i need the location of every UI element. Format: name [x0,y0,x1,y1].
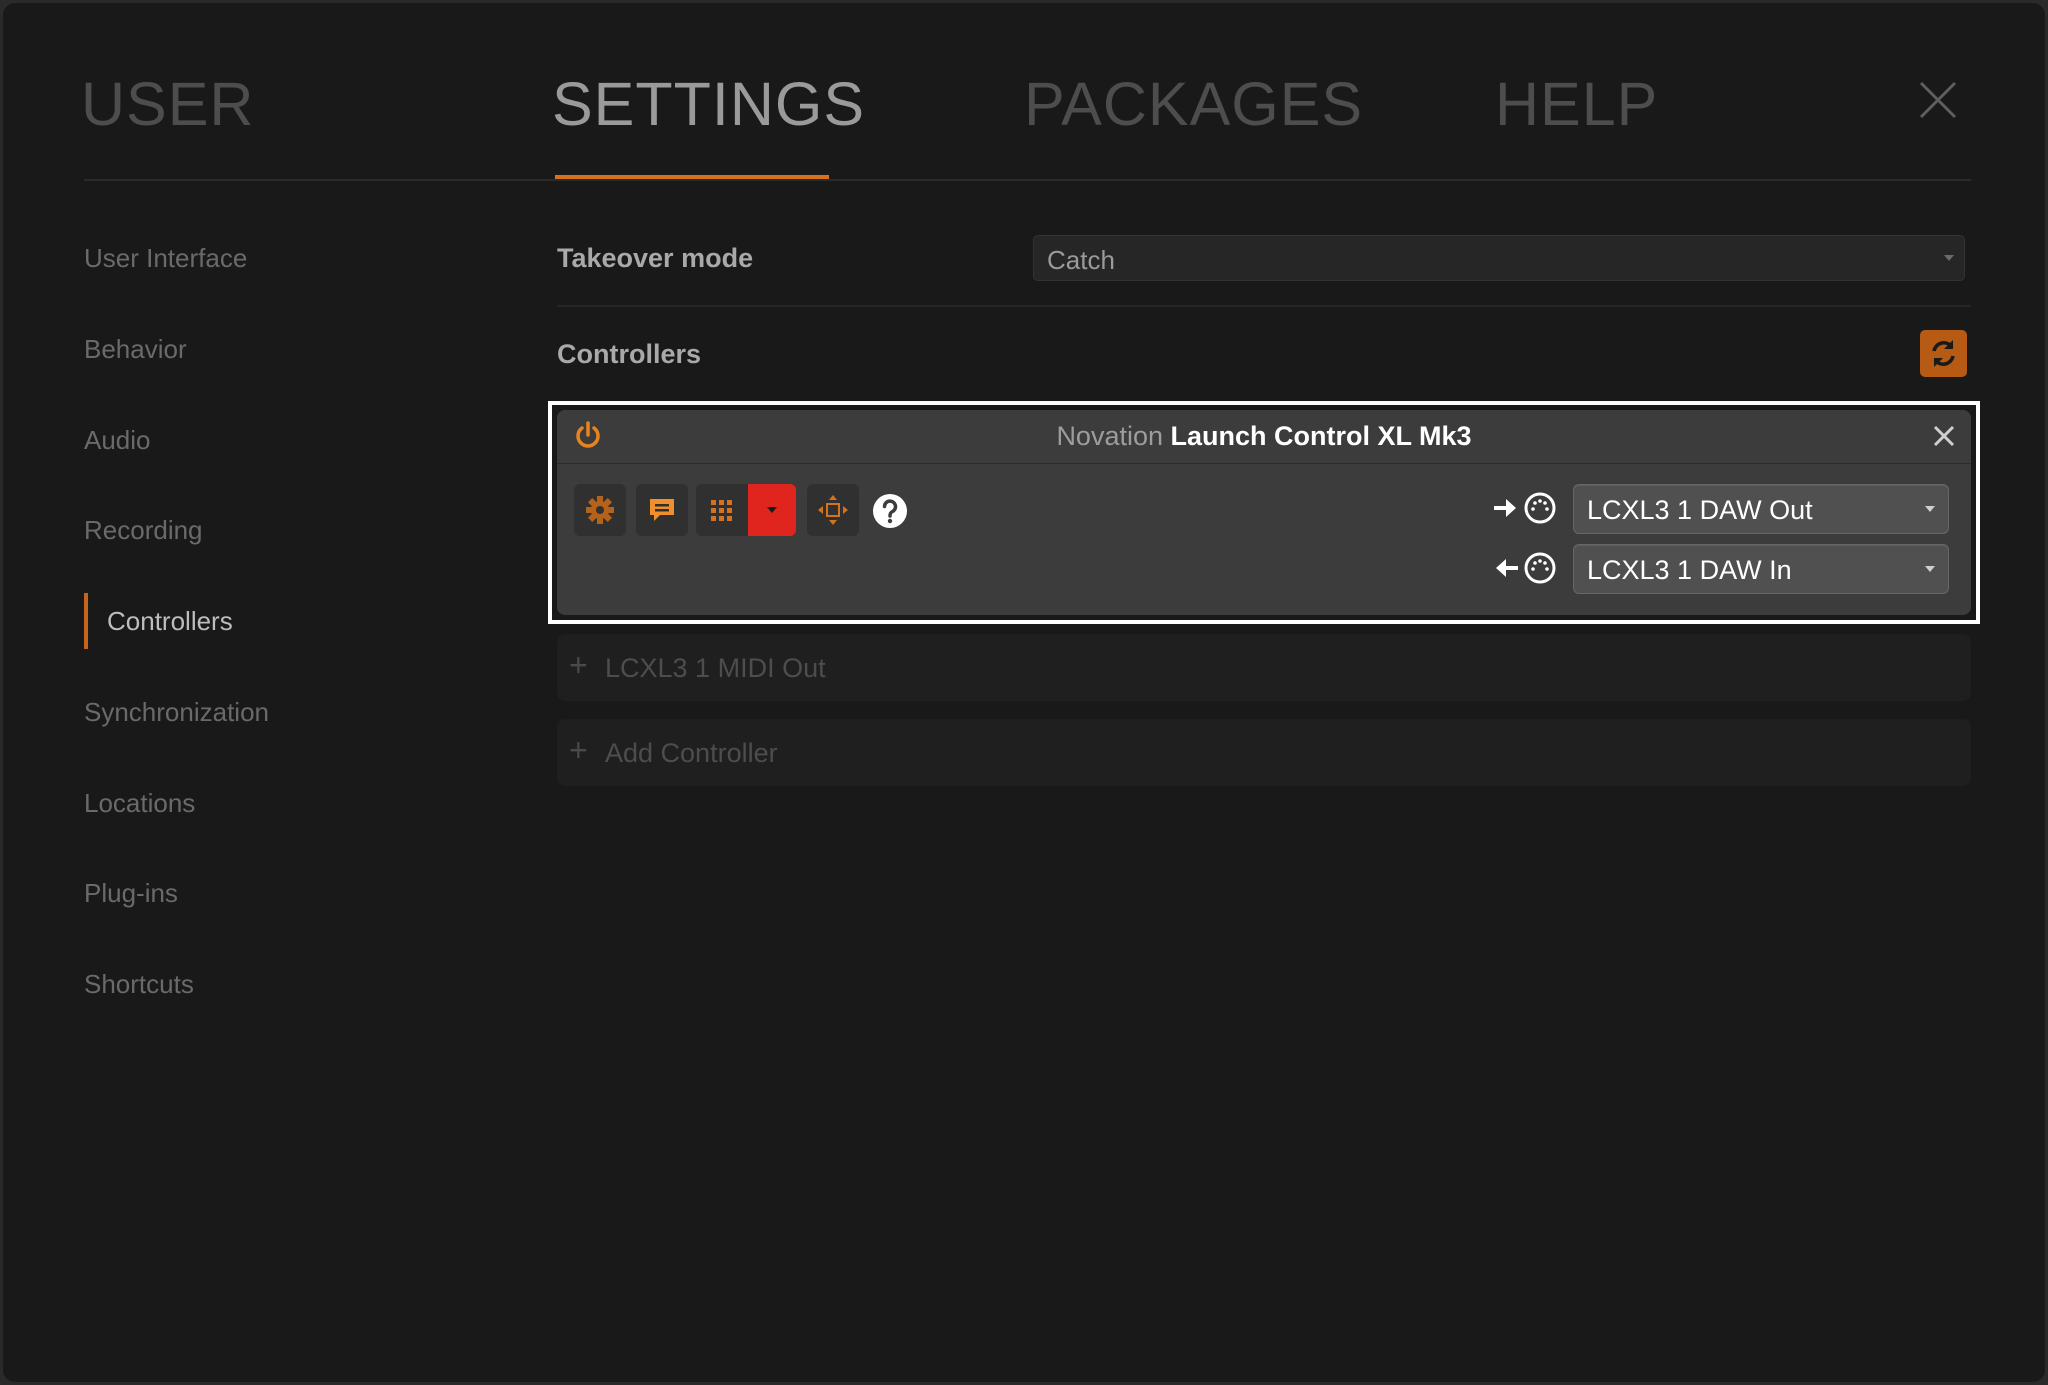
takeover-mode-select[interactable]: Catch [1033,235,1965,281]
midi-out-port-icon [1490,490,1558,526]
midi-output-select[interactable]: LCXL3 1 DAW Out [1573,484,1949,534]
midi-output-value: LCXL3 1 DAW Out [1587,495,1813,525]
sidebar-item-recording[interactable]: Recording [84,515,203,546]
header-divider [84,179,1971,181]
add-midi-port-row[interactable]: + LCXL3 1 MIDI Out [557,634,1971,701]
sidebar-item-audio[interactable]: Audio [84,425,151,456]
add-midi-port-label: LCXL3 1 MIDI Out [605,653,826,683]
sidebar-item-behavior[interactable]: Behavior [84,334,187,365]
close-icon[interactable] [1915,77,1961,123]
mapping-dropdown-button[interactable] [748,484,796,536]
sidebar-item-locations[interactable]: Locations [84,788,195,819]
sidebar-active-indicator [84,593,88,649]
tab-help[interactable]: HELP [1495,69,1658,139]
move-icon [818,495,848,525]
midi-input-value: LCXL3 1 DAW In [1587,555,1792,585]
tab-user[interactable]: USER [81,69,254,139]
speech-bubble-icon [650,499,674,521]
plus-icon: + [569,732,588,768]
tab-settings[interactable]: SETTINGS [552,69,865,139]
grid-icon [711,500,732,521]
controller-card: Novation Launch Control XL Mk3 LCXL3 1 D… [557,410,1971,615]
sidebar-item-shortcuts[interactable]: Shortcuts [84,969,194,1000]
midi-in-port-icon [1490,550,1558,586]
sidebar-item-synchronization[interactable]: Synchronization [84,697,269,728]
sidebar-item-controllers[interactable]: Controllers [107,606,233,637]
controller-mapping-button[interactable] [696,484,748,536]
add-controller-button[interactable]: + Add Controller [557,719,1971,786]
takeover-mode-label: Takeover mode [557,243,754,273]
refresh-icon [1932,340,1955,367]
add-controller-label: Add Controller [605,738,778,768]
controller-model: Launch Control XL Mk3 [1170,421,1472,451]
takeover-mode-value: Catch [1047,245,1115,275]
controller-settings-button[interactable] [574,484,626,536]
controller-title: Novation Launch Control XL Mk3 [557,421,1971,452]
controller-card-header: Novation Launch Control XL Mk3 [557,410,1971,464]
gear-icon [586,496,614,524]
close-icon[interactable] [1931,423,1957,449]
plus-icon: + [569,647,588,683]
refresh-controllers-button[interactable] [1920,330,1967,377]
help-icon[interactable] [872,493,908,529]
dropdown-arrow-icon [767,507,777,513]
midi-input-select[interactable]: LCXL3 1 DAW In [1573,544,1949,594]
sidebar-item-user-interface[interactable]: User Interface [84,243,247,274]
tab-packages[interactable]: PACKAGES [1024,69,1363,139]
controllers-heading: Controllers [557,339,702,369]
chevron-down-icon [1944,255,1954,261]
chevron-down-icon [1925,506,1935,512]
controller-vendor: Novation [1056,421,1164,451]
settings-window: USER SETTINGS PACKAGES HELP User Interfa… [3,3,2045,1382]
controller-notifications-button[interactable] [636,484,688,536]
controller-move-button[interactable] [807,484,859,536]
sidebar-item-plug-ins[interactable]: Plug-ins [84,878,178,909]
chevron-down-icon [1925,566,1935,572]
section-divider [557,305,1971,307]
